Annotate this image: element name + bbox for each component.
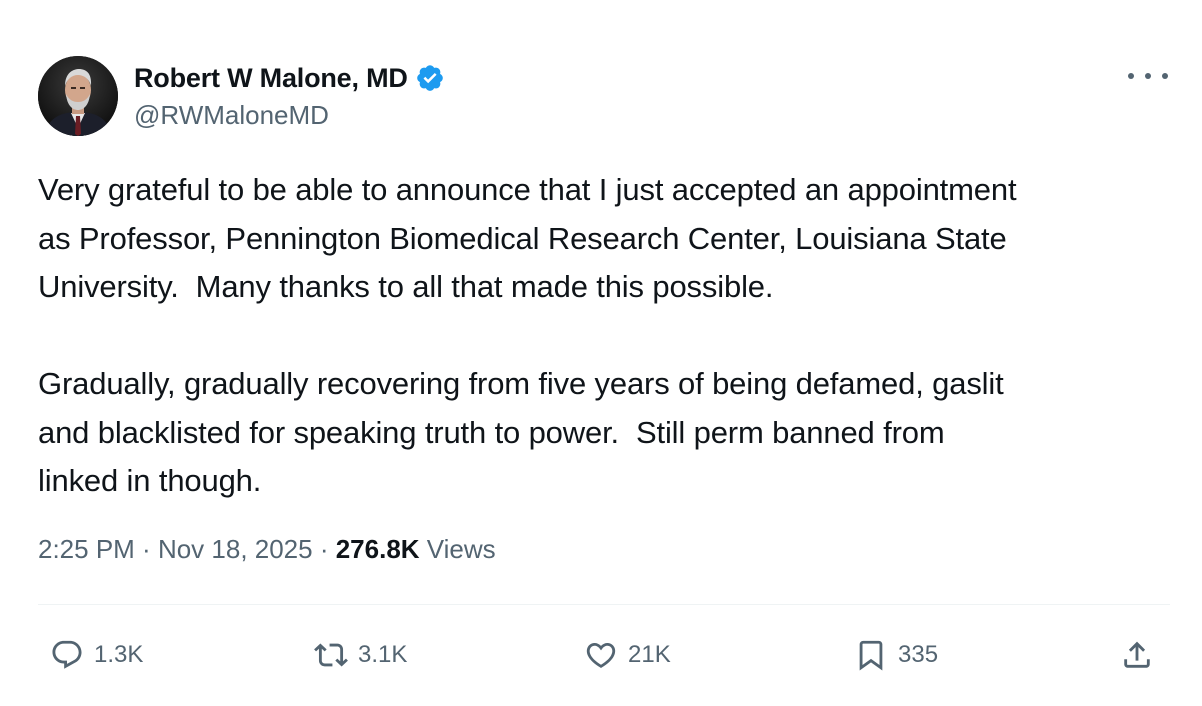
tweet-card: Robert W Malone, MD @RWMaloneMD Very gra…	[0, 0, 1202, 706]
divider	[38, 604, 1170, 605]
verified-badge-icon[interactable]	[415, 63, 445, 93]
retweet-button[interactable]: 3.1K	[312, 636, 407, 674]
tweet-time[interactable]: 2:25 PM	[38, 534, 135, 565]
heart-icon	[582, 636, 620, 674]
bookmark-icon	[852, 636, 890, 674]
share-button[interactable]	[1118, 636, 1156, 674]
dot	[1145, 73, 1151, 79]
reply-button[interactable]: 1.3K	[48, 636, 143, 674]
retweet-count: 3.1K	[358, 641, 408, 668]
tweet-metadata: 2:25 PM · Nov 18, 2025 · 276.8K Views	[38, 534, 496, 565]
tweet-text: Very grateful to be able to announce tha…	[38, 172, 1017, 498]
meta-separator: ·	[134, 534, 158, 564]
more-options-icon[interactable]	[1128, 66, 1168, 86]
dot	[1128, 73, 1134, 79]
reply-count: 1.3K	[94, 641, 144, 668]
author-name-row: Robert W Malone, MD	[134, 60, 445, 96]
reply-icon	[48, 636, 86, 674]
views-count: 276.8K	[335, 534, 420, 564]
dot	[1162, 73, 1168, 79]
tweet-date[interactable]: Nov 18, 2025	[158, 534, 313, 565]
like-button[interactable]: 21K	[582, 636, 671, 674]
bookmark-button[interactable]: 335	[852, 636, 938, 674]
share-icon	[1118, 636, 1156, 674]
meta-separator: ·	[312, 534, 336, 564]
avatar[interactable]	[38, 56, 118, 136]
retweet-icon	[312, 636, 350, 674]
author-handle[interactable]: @RWMaloneMD	[134, 100, 329, 131]
like-count: 21K	[628, 641, 671, 668]
bookmark-count: 335	[898, 641, 939, 668]
views-label: Views	[419, 534, 496, 564]
author-display-name[interactable]: Robert W Malone, MD	[134, 63, 408, 94]
